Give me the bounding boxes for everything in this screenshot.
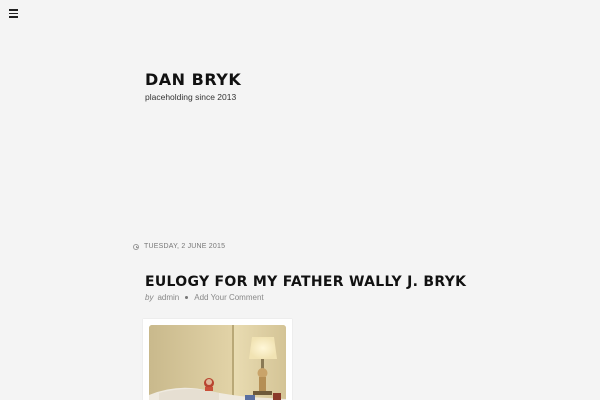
post-image-frame (143, 319, 292, 400)
meta-separator (185, 296, 189, 299)
post-meta: by admin Add Your Comment (145, 293, 264, 302)
post-title[interactable]: EULOGY FOR MY FATHER WALLY J. BRYK (145, 274, 466, 290)
post-featured-image[interactable] (149, 325, 286, 400)
hamburger-menu-icon[interactable] (9, 9, 19, 19)
add-comment-link[interactable]: Add Your Comment (194, 293, 263, 302)
clock-icon (133, 243, 139, 250)
post-date: TUESDAY, 2 JUNE 2015 (133, 243, 225, 250)
site-title[interactable]: DAN BRYK (145, 70, 241, 89)
byline-prefix: by (145, 293, 154, 302)
author-link[interactable]: admin (157, 293, 179, 302)
page: DAN BRYK placeholding since 2013 TUESDAY… (0, 0, 600, 400)
site-tagline: placeholding since 2013 (145, 92, 237, 102)
post-date-text: TUESDAY, 2 JUNE 2015 (144, 243, 226, 250)
